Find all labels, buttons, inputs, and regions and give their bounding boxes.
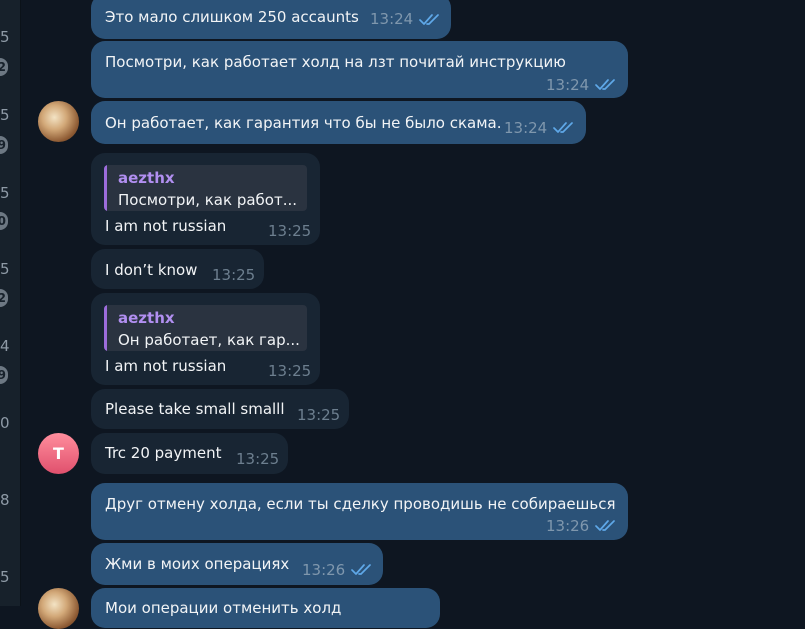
message-time: 13:25	[268, 362, 312, 380]
unread-badge: 2	[0, 58, 8, 76]
message-text: Это мало слишком 250 accaunts	[105, 8, 359, 26]
double-check-icon	[595, 79, 615, 90]
double-check-icon	[553, 122, 573, 133]
reply-snippet: Он работает, как гар...	[118, 331, 300, 349]
message-bubble-incoming[interactable]: aezthx Он работает, как гар... I am not …	[91, 293, 320, 385]
reply-quote[interactable]: aezthx Он работает, как гар...	[104, 305, 307, 351]
message-bubble-incoming[interactable]: aezthx Посмотри, как работ... I am not r…	[91, 153, 320, 245]
contact-avatar[interactable]: T	[38, 433, 79, 474]
message-time: 13:24	[546, 76, 590, 94]
unread-badge: 9	[0, 136, 8, 154]
unread-badge: 0	[0, 212, 8, 230]
message-text: Please take small smalll	[105, 400, 285, 418]
message-time: 13:24	[370, 10, 414, 28]
message-text: Мои операции отменить холд	[105, 599, 342, 617]
message-text: Жми в моих операциях	[105, 555, 290, 573]
message-bubble-incoming[interactable]: Please take small smalll 13:25	[91, 389, 349, 429]
user-avatar[interactable]	[38, 101, 79, 142]
message-time: 13:26	[546, 517, 590, 535]
message-text: I don’t know	[105, 261, 198, 279]
message-bubble-outgoing[interactable]: Посмотри, как работает холд на лзт почит…	[91, 41, 628, 98]
reply-quote[interactable]: aezthx Посмотри, как работ...	[104, 165, 307, 211]
reply-author: aezthx	[118, 309, 175, 327]
message-text: Trc 20 payment	[105, 444, 222, 462]
message-text: Посмотри, как работает холд на лзт почит…	[105, 53, 566, 71]
chat-list-edge: 5 2 5 9 5 0 5 2 4 9 0 8 5	[0, 0, 21, 606]
reply-author: aezthx	[118, 169, 175, 187]
double-check-icon	[351, 564, 371, 575]
unread-badge: 9	[0, 366, 8, 384]
message-bubble-outgoing[interactable]: Жми в моих операциях 13:26	[91, 543, 383, 585]
message-time: 13:25	[212, 266, 256, 284]
message-bubble-outgoing[interactable]: Это мало слишком 250 accaunts 13:24	[91, 0, 451, 39]
user-avatar[interactable]	[38, 588, 79, 629]
chat-list-number: 5	[0, 184, 10, 202]
unread-badge: 2	[0, 289, 8, 307]
message-bubble-outgoing[interactable]: Друг отмену холда, если ты сделку провод…	[91, 483, 628, 540]
message-time: 13:25	[268, 222, 312, 240]
message-time: 13:25	[297, 406, 341, 424]
message-bubble-outgoing[interactable]: Мои операции отменить холд	[91, 588, 440, 628]
chat-list-number: 4	[0, 337, 10, 355]
message-text: Он работает, как гарантия что бы не было…	[105, 114, 502, 132]
message-text: I am not russian	[105, 357, 227, 375]
double-check-icon	[595, 520, 615, 531]
chat-list-number: 5	[0, 260, 10, 278]
message-time: 13:26	[302, 561, 346, 579]
double-check-icon	[419, 14, 439, 25]
message-bubble-incoming[interactable]: I don’t know 13:25	[91, 249, 264, 289]
chat-list-number: 5	[0, 106, 10, 124]
message-time: 13:25	[236, 450, 280, 468]
reply-snippet: Посмотри, как работ...	[118, 191, 298, 209]
chat-list-number: 0	[0, 414, 10, 432]
message-text: I am not russian	[105, 217, 227, 235]
chat-list-number: 8	[0, 491, 10, 509]
chat-list-number: 5	[0, 28, 10, 46]
message-bubble-incoming[interactable]: Trc 20 payment 13:25	[91, 433, 288, 474]
chat-list-number: 5	[0, 568, 10, 586]
message-time: 13:24	[504, 119, 548, 137]
message-text: Друг отмену холда, если ты сделку провод…	[105, 495, 616, 513]
message-bubble-outgoing[interactable]: Он работает, как гарантия что бы не было…	[91, 101, 586, 144]
